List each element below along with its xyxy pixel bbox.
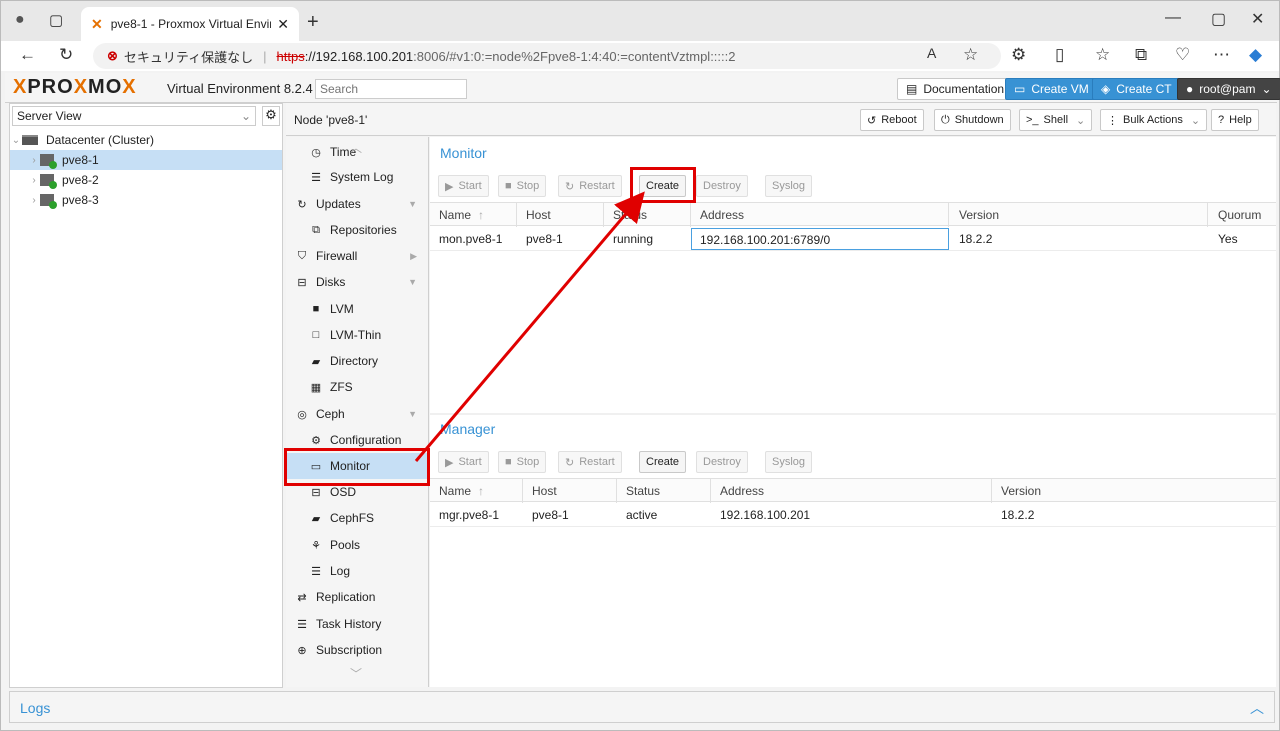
browser-window: ● ▢ ✕ pve8-1 - Proxmox Virtual Environ ✕…	[0, 0, 1280, 731]
annotation-arrow	[414, 191, 645, 462]
